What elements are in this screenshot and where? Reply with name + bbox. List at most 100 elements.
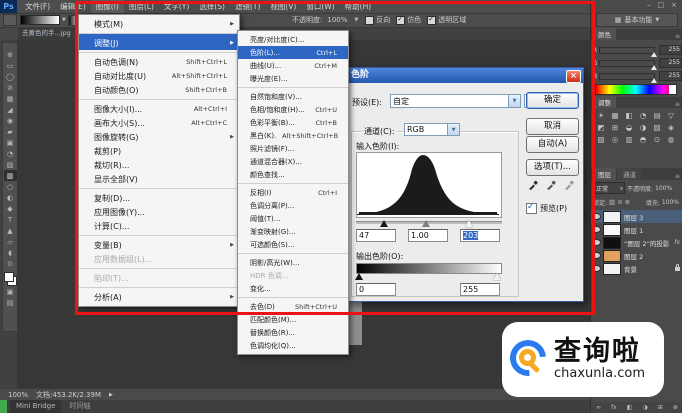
tool-preset-icon[interactable] [3,14,17,26]
menu-item[interactable]: 显示全部(V) [79,172,239,186]
menu-item[interactable]: 色调分离(P)... [238,199,348,212]
adjustment-icon[interactable]: ▦ [608,109,622,121]
layers-panel-action-icon[interactable]: ◑ [643,404,648,411]
menu-item[interactable]: 阈值(T)... [238,212,348,225]
tool-button[interactable]: ◢ [4,104,17,115]
tool-button[interactable]: ◉ [4,115,17,126]
layers-panel-action-icon[interactable]: ∞ [596,404,601,411]
option-checkbox[interactable]: 反向 [365,15,390,25]
adjustment-icon[interactable]: ▽ [664,109,678,121]
zoom-level[interactable]: 100% [8,391,28,399]
blend-mode-select[interactable]: 正常 ▼ [593,182,625,194]
quick-mask-icon[interactable]: ▣ [4,286,17,297]
output-black-field[interactable]: 0 [356,283,396,296]
menu-item[interactable]: 应用图像(Y)... [79,205,239,219]
menu-bar-item[interactable]: 视图(V) [265,0,301,13]
menu-item[interactable]: 裁剪(P) [79,144,239,158]
adjustment-icon[interactable]: ☀ [594,109,608,121]
lock-position-icon[interactable]: ⊕ [625,198,630,206]
checkbox-icon[interactable] [396,15,406,25]
output-white-field[interactable]: 255 [460,283,500,296]
color-slider-track[interactable] [599,72,657,83]
option-checkbox[interactable]: 仿色 [396,15,421,25]
lock-pixels-icon[interactable]: ⊘ [617,198,622,206]
menu-item[interactable]: 曲线(U)... Ctrl+M [238,59,348,72]
chevron-down-icon[interactable]: ▼ [508,95,520,107]
menu-item[interactable]: 变化... [238,282,348,295]
option-checkbox[interactable]: 透明区域 [427,15,466,25]
tool-button[interactable]: ▥ [3,170,17,181]
tab-channels[interactable]: 通道 [618,168,641,180]
close-button[interactable]: × [566,70,581,83]
foreground-color-swatch[interactable] [3,272,14,282]
adjustment-icon[interactable]: ⊞ [608,121,622,133]
opacity-value[interactable]: 100% [655,185,672,192]
slider-handle[interactable] [651,51,657,57]
tab-mini-bridge[interactable]: Mini Bridge [10,400,62,413]
menu-item[interactable]: 颜色查找... [238,168,348,181]
preset-select[interactable]: 自定 ▼ [390,94,521,108]
tool-button[interactable]: ○ [4,181,17,192]
menu-item[interactable]: 陷印(T)... [79,268,239,285]
adjustment-icon[interactable]: ◔ [636,109,650,121]
black-point-eyedropper-icon[interactable] [526,178,542,194]
menu-bar-item[interactable]: 滤镜(T) [230,0,265,13]
preview-checkbox[interactable]: 预览(P) [526,202,567,214]
menu-item[interactable]: 自动对比度(U) Alt+Shift+Ctrl+L [79,69,239,83]
tool-button[interactable]: ▦ [4,93,17,104]
tool-button[interactable]: ⊙ [4,258,17,269]
tab-timeline[interactable]: 时间轴 [63,400,96,413]
output-black-slider[interactable] [355,273,363,280]
tool-button[interactable]: ◆ [4,203,17,214]
close-icon[interactable]: × [671,1,677,9]
slider-handle[interactable] [651,64,657,70]
menu-item[interactable]: 应用数据组(L)... [79,252,239,266]
fill-value[interactable]: 100% [662,199,679,206]
menu-item[interactable]: 裁切(R)... [79,158,239,172]
panel-menu-icon[interactable]: ≡ [675,33,680,40]
menu-item[interactable]: 色相/饱和度(H)... Ctrl+U [238,103,348,116]
menu-bar-item[interactable]: 图像(I) [90,0,124,13]
color-slider-row[interactable]: G 255 [591,57,682,70]
layer-thumbnail[interactable] [603,236,621,249]
menu-item[interactable]: 黑白(K)... Alt+Shift+Ctrl+B [238,129,348,142]
panel-menu-icon[interactable]: ≡ [675,173,680,180]
color-slider-track[interactable] [599,59,657,70]
tool-button[interactable]: ▱ [4,236,17,247]
workspace-switcher[interactable]: ▦ 基本功能 ▼ [596,13,678,27]
status-expander-icon[interactable]: ▶ [109,392,113,398]
gradient-preview[interactable] [20,15,60,25]
tool-button[interactable]: ◯ [4,71,17,82]
input-white-field[interactable]: 203 [460,229,500,242]
adjustment-icon[interactable]: ◈ [664,121,678,133]
tool-button[interactable]: ◖ [4,247,17,258]
lock-transparency-icon[interactable]: ▨ [609,198,615,206]
visibility-eye-icon[interactable] [593,214,600,219]
layer-thumbnail[interactable] [603,210,621,223]
black-point-slider[interactable] [380,220,388,227]
adjustment-icon[interactable]: ▤ [650,109,664,121]
restore-icon[interactable]: □ [658,1,665,9]
menu-item[interactable]: 色彩平衡(B)... Ctrl+B [238,116,348,129]
color-slider-row[interactable]: R 255 [591,44,682,57]
input-gamma-field[interactable]: 1.00 [408,229,448,242]
visibility-eye-icon[interactable] [593,227,600,232]
layer-row[interactable]: 图层 2 [591,249,682,262]
menu-item[interactable]: 去色(D) Shift+Ctrl+U [238,297,348,313]
menu-bar-item[interactable]: 文字(Y) [159,0,194,13]
layers-panel-action-icon[interactable]: ◧ [627,404,633,411]
tool-button[interactable]: ⊘ [4,82,17,93]
adjustment-icon[interactable]: ◎ [608,133,622,145]
minimize-icon[interactable]: – [647,1,651,9]
menu-item[interactable]: 亮度/对比度(C)... [238,33,348,46]
adjustment-icon[interactable]: ◧ [622,109,636,121]
gamma-slider[interactable] [422,220,430,227]
menu-item[interactable]: 分析(A) ▶ [79,287,239,304]
input-black-field[interactable]: 47 [356,229,396,242]
tool-button[interactable]: ◔ [4,148,17,159]
panel-menu-icon[interactable]: ≡ [675,101,680,108]
layers-panel-action-icon[interactable]: ⊗ [673,404,678,411]
screen-mode-icon[interactable]: ▤ [4,297,17,308]
menu-item[interactable]: 模式(M) ▶ [79,17,239,31]
chevron-down-icon[interactable]: ▼ [354,17,358,23]
